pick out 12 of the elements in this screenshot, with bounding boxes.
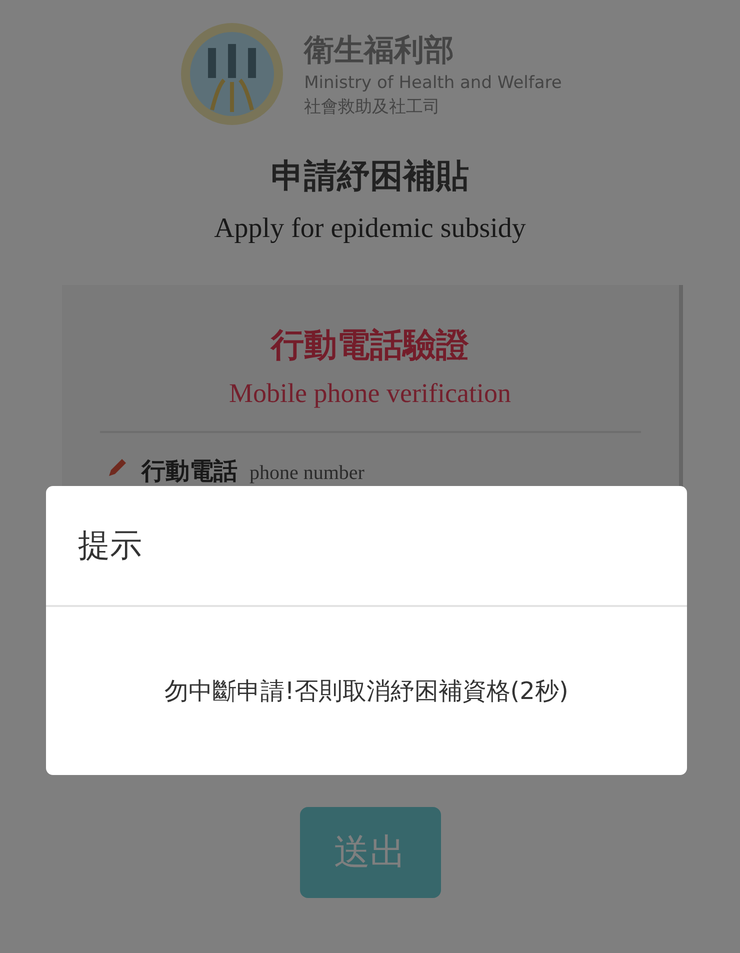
logo-text: Ministry of Health and Welfare [304, 73, 562, 93]
page-subtitle: Apply for epidemic subsidy [214, 213, 526, 245]
dialog-message: 勿中斷申請!否則取消紓困補資格(2秒) [164, 676, 568, 707]
card-title: 行動電話驗證 [271, 324, 469, 366]
field-hint: phone number [250, 462, 364, 485]
logo-text: 社會救助及社工司 [304, 96, 442, 118]
card-subtitle: Mobile phone verification [229, 378, 511, 409]
logo-text: 衛生福利部 [304, 32, 456, 70]
page-title: 申請紓困補貼 [271, 155, 469, 197]
submit-button[interactable]: 送出 [300, 807, 440, 898]
dialog-title: 提示 [78, 524, 142, 566]
field-label: 行動電話 [142, 456, 238, 487]
